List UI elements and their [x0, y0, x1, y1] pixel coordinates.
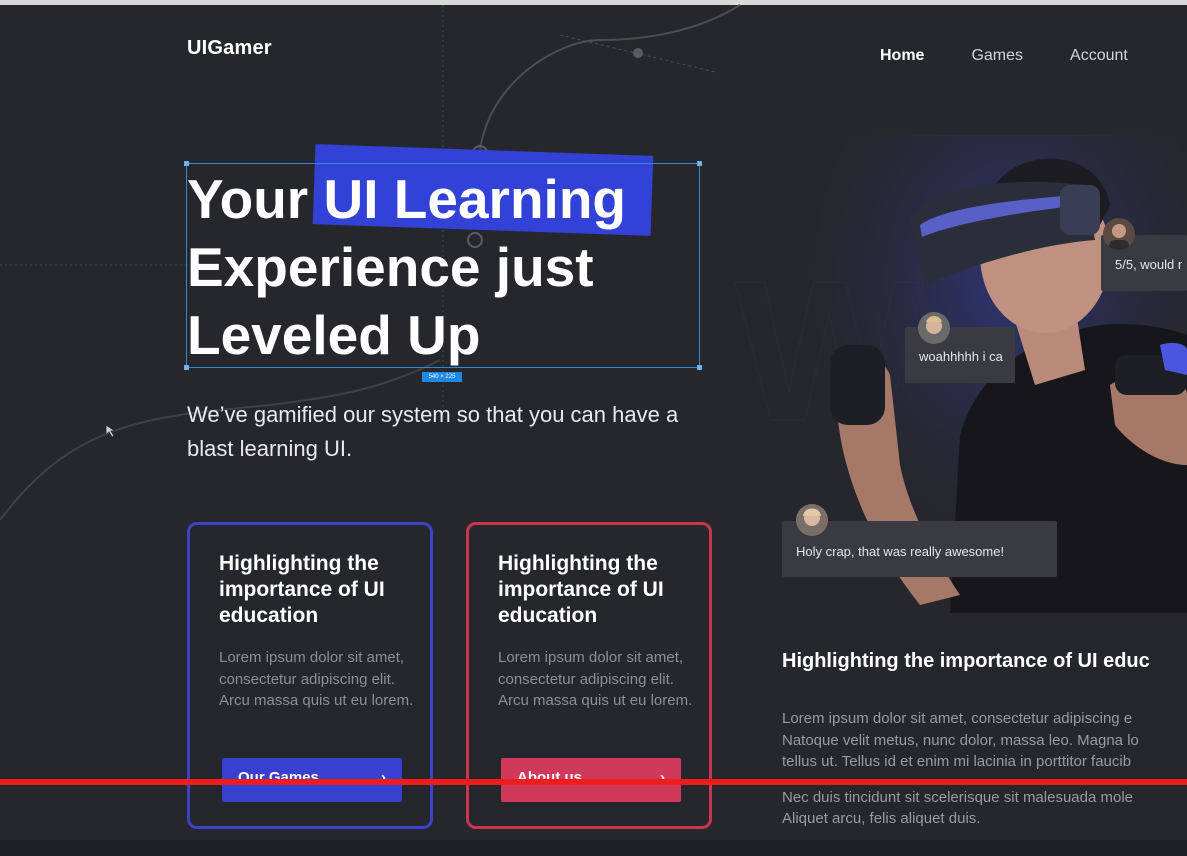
- card-title: Highlighting the importance of UI educat…: [219, 552, 385, 627]
- card-body: Lorem ipsum dolor sit amet, consectetur …: [498, 649, 693, 709]
- main-nav: Home Games Account: [880, 47, 1175, 65]
- comment-text: Holy crap, that was really awesome!: [796, 544, 1005, 559]
- card-title: Highlighting the importance of UI educat…: [498, 552, 664, 627]
- avatar: [796, 504, 828, 536]
- cursor-icon: [105, 424, 117, 438]
- paragraph-line: Lorem ipsum dolor sit amet, consectetur …: [782, 710, 1133, 727]
- selection-size-label: 540 × 225: [422, 372, 462, 382]
- selection-box[interactable]: [184, 161, 702, 370]
- nav-games[interactable]: Games: [971, 47, 1023, 65]
- card-body: Lorem ipsum dolor sit amet, consectetur …: [219, 649, 414, 709]
- resize-handle[interactable]: [697, 161, 702, 166]
- hero-subtitle: We’ve gamified our system so that you ca…: [187, 402, 679, 461]
- nav-account[interactable]: Account: [1070, 47, 1128, 65]
- comment-text: 5/5, would r: [1115, 257, 1183, 272]
- paragraph-line: Aliquet arcu, felis aliquet duis.: [782, 810, 981, 827]
- resize-handle[interactable]: [697, 365, 702, 370]
- paragraph-line: tellus ut. Tellus id et enim mi lacinia …: [782, 753, 1132, 770]
- red-guide-line: [0, 779, 1187, 785]
- bottom-bar: [0, 840, 1187, 856]
- section-body: Lorem ipsum dolor sit amet, consectetur …: [782, 708, 1187, 844]
- paragraph-line: Nec duis tincidunt sit scelerisque sit m…: [782, 788, 1133, 806]
- section-title: Highlighting the importance of UI educ: [782, 650, 1150, 672]
- resize-handle[interactable]: [184, 161, 189, 166]
- nav-home[interactable]: Home: [880, 47, 924, 65]
- resize-handle[interactable]: [184, 365, 189, 370]
- section-paragraph-2: Nec duis tincidunt sit scelerisque sit m…: [782, 787, 1187, 830]
- avatar: [1103, 218, 1135, 250]
- comment-text: woahhhhh i ca: [919, 349, 1003, 364]
- section-paragraph-1: Lorem ipsum dolor sit amet, consectetur …: [782, 708, 1187, 773]
- brand-logo[interactable]: UIGamer: [187, 37, 272, 60]
- avatar: [918, 312, 950, 344]
- paragraph-line: Natoque velit metus, nunc dolor, massa l…: [782, 731, 1139, 749]
